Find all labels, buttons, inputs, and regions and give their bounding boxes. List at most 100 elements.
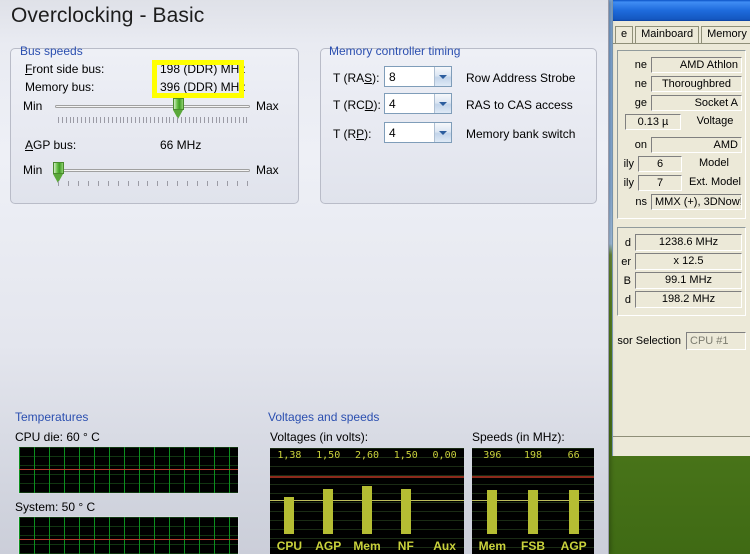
cpu-die-temperature-label: CPU die: 60 ° C	[15, 430, 100, 444]
tab-memory[interactable]: Memory	[701, 26, 750, 43]
cpuz-row-codename: ne Thoroughbred	[621, 75, 742, 92]
voltage-label-aux: Aux	[433, 539, 456, 553]
fsb-slider-min-label: Min	[23, 99, 43, 113]
cpuz-value-technology: 0.13 µ	[625, 113, 681, 130]
cpuz-clockvalue-rated-fsb: 198.2 MHz	[635, 291, 742, 308]
voltage-label-mem: Mem	[353, 539, 381, 553]
speeds-value-labels: 396 198 66	[472, 450, 594, 464]
tab-mainboard[interactable]: Mainboard	[635, 26, 700, 43]
speed-value-fsb: 198	[523, 450, 543, 461]
cpu-die-temperature-graph	[18, 446, 239, 494]
page-title: Overclocking - Basic	[11, 4, 205, 27]
speed-label-agp: AGP	[560, 539, 587, 553]
memory-bus-value: 396 (DDR) MHz	[160, 80, 246, 94]
trcd-label: T (RCD):	[333, 98, 381, 112]
cpuz-selection-combo[interactable]: CPU #1	[686, 332, 746, 350]
cpuz-titlebar[interactable]	[613, 0, 750, 21]
cpuz-tabstrip[interactable]: e Mainboard Memory A	[613, 21, 750, 44]
trcd-combo[interactable]: 4	[384, 93, 452, 114]
voltage-bar-mem	[348, 486, 387, 534]
voltage-value-agp: 1,50	[316, 450, 341, 461]
voltages-title: Voltages (in volts):	[270, 430, 369, 444]
cpuz-clockrow-core-speed: d 1238.6 MHz	[621, 233, 742, 252]
speed-bar-fsb	[513, 490, 554, 534]
cpuz-clockrow-rated-fsb: d 198.2 MHz	[621, 290, 742, 309]
cpuz-label-name: ne	[634, 58, 647, 71]
cpuz-clocklabel-multiplier: er	[621, 255, 631, 268]
speed-label-fsb: FSB	[521, 539, 545, 553]
agp-slider-max-label: Max	[256, 163, 279, 177]
cpuz-label-package: ge	[634, 96, 647, 109]
speed-bar-agp	[553, 490, 594, 534]
overclocking-window[interactable]: Overclocking - Basic Bus speeds Front si…	[0, 0, 609, 554]
voltages-value-labels: 1,38 1,50 2,60 1,50 0,00	[270, 450, 464, 464]
cpuz-label-voltage: Voltage	[696, 114, 734, 127]
cpuz-row-technology: gy 0.13 µ Voltage	[621, 113, 742, 130]
cpuz-clockvalue-multiplier: x 12.5	[635, 253, 742, 270]
memory-timing-header: Memory controller timing	[329, 44, 461, 58]
cpuz-label-codename: ne	[634, 77, 647, 90]
tab-cpu-cache[interactable]: e	[615, 26, 634, 43]
voltage-value-cpu: 1,38	[277, 450, 302, 461]
voltage-bar-nf	[386, 489, 425, 534]
voltages-bars	[270, 482, 464, 534]
speeds-title: Speeds (in MHz):	[472, 430, 565, 444]
trp-description: Memory bank switch	[466, 127, 576, 141]
trp-label: T (RP):	[333, 127, 372, 141]
cpuz-selection-label: ssor Selection	[617, 335, 681, 347]
speeds-category-labels: Mem FSB AGP	[472, 539, 594, 553]
trcd-description: RAS to CAS access	[466, 98, 573, 112]
voltage-value-nf: 1,50	[393, 450, 418, 461]
voltage-label-cpu: CPU	[276, 539, 303, 553]
cpuz-selection-row[interactable]: ssor Selection CPU #1	[617, 332, 746, 350]
voltage-bar-cpu	[270, 497, 309, 534]
agp-slider-track[interactable]	[55, 169, 250, 172]
cpuz-row-instructions: ns MMX (+), 3DNow! (+), SS	[621, 193, 742, 210]
cpuz-label-ext-model: Ext. Model	[689, 175, 741, 188]
chevron-down-icon[interactable]	[434, 67, 451, 86]
voltages-speeds-header: Voltages and speeds	[268, 410, 380, 424]
voltage-label-nf: NF	[397, 539, 414, 553]
cpuz-processor-panel: ne AMD Athlon ne Thoroughbred ge Socket …	[617, 50, 746, 219]
speed-value-mem: 396	[483, 450, 502, 461]
cpuz-value-name: AMD Athlon	[651, 56, 742, 73]
cpuz-row-ext-family: ily 7 Ext. Model	[621, 174, 742, 191]
front-side-bus-label: Front side bus:	[25, 62, 105, 76]
bus-speeds-header: Bus speeds	[20, 44, 83, 58]
fsb-slider-thumb[interactable]	[173, 98, 184, 119]
cpuz-label-ext-family: ily	[623, 176, 634, 189]
speed-label-mem: Mem	[478, 539, 506, 553]
cpuz-clocklabel-rated-fsb: d	[624, 293, 631, 306]
speeds-bars	[472, 482, 594, 534]
voltages-bar-chart: 1,38 1,50 2,60 1,50 0,00 CPU AGP Mem NF …	[270, 448, 464, 554]
speed-value-agp: 66	[567, 450, 580, 461]
voltage-value-aux: 0,00	[432, 450, 457, 461]
cpuz-clockrow-multiplier: er x 12.5	[621, 252, 742, 271]
agp-bus-value: 66 MHz	[160, 138, 202, 152]
trp-combo[interactable]: 4	[384, 122, 452, 143]
voltage-label-agp: AGP	[315, 539, 342, 553]
trp-value: 4	[389, 125, 396, 140]
tras-description: Row Address Strobe	[466, 71, 576, 85]
memory-bus-label: Memory bus:	[25, 80, 95, 94]
tras-label: T (RAS):	[333, 71, 380, 85]
trcd-value: 4	[389, 96, 396, 111]
cpuz-clockrow-bus-speed: B 99.1 MHz	[621, 271, 742, 290]
fsb-slider-max-label: Max	[256, 99, 279, 113]
tras-combo[interactable]: 8	[384, 66, 452, 87]
agp-slider-min-label: Min	[23, 163, 43, 177]
cpuz-value-family: 6	[638, 155, 682, 172]
cpuz-clockvalue-bus-speed: 99.1 MHz	[635, 272, 742, 289]
voltages-category-labels: CPU AGP Mem NF Aux	[270, 539, 464, 553]
chevron-down-icon[interactable]	[434, 94, 451, 113]
cpuz-row-package: ge Socket A	[621, 94, 742, 111]
agp-slider-thumb[interactable]	[53, 162, 64, 183]
cpuz-window[interactable]: e Mainboard Memory A ne AMD Athlon ne Th…	[612, 0, 750, 456]
cpuz-value-package: Socket A	[651, 94, 742, 111]
system-temperature-label: System: 50 ° C	[15, 500, 96, 514]
chevron-down-icon[interactable]	[434, 123, 451, 142]
cpuz-clocklabel-bus-speed: B	[623, 274, 631, 287]
cpuz-row-specification: on AMD	[621, 136, 742, 153]
speed-bar-mem	[472, 490, 513, 534]
fsb-slider-track[interactable]	[55, 105, 250, 108]
